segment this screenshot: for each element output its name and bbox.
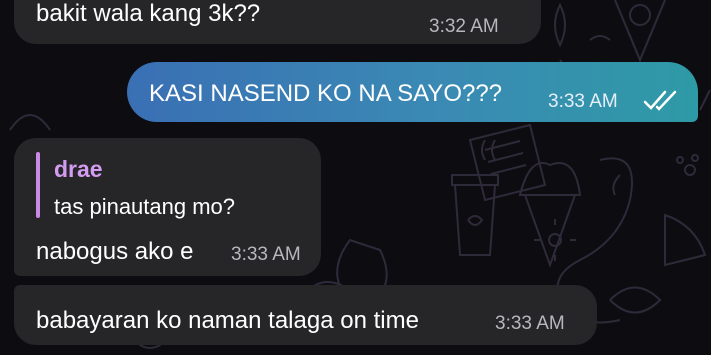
- double-check-icon: [643, 90, 677, 111]
- incoming-reply-message[interactable]: drae tas pinautang mo? nabogus ako e 3:3…: [14, 138, 321, 276]
- outgoing-message[interactable]: KASI NASEND KO NA SAYO??? 3:33 AM: [127, 62, 698, 122]
- incoming-message[interactable]: bakit wala kang 3k?? 3:32 AM: [14, 0, 541, 44]
- message-time: 3:33 AM: [548, 91, 618, 112]
- incoming-message[interactable]: babayaran ko naman talaga on time 3:33 A…: [14, 285, 597, 345]
- reply-accent-bar: [36, 152, 40, 218]
- reply-text: tas pinautang mo?: [54, 194, 236, 219]
- message-time: 3:32 AM: [429, 16, 499, 37]
- message-text: KASI NASEND KO NA SAYO???: [149, 80, 503, 107]
- message-text: bakit wala kang 3k??: [36, 0, 261, 27]
- message-time: 3:33 AM: [495, 313, 565, 334]
- message-time: 3:33 AM: [231, 244, 301, 265]
- message-text: nabogus ako e: [36, 238, 194, 265]
- reply-author: drae: [54, 156, 103, 182]
- message-text: babayaran ko naman talaga on time: [36, 307, 419, 334]
